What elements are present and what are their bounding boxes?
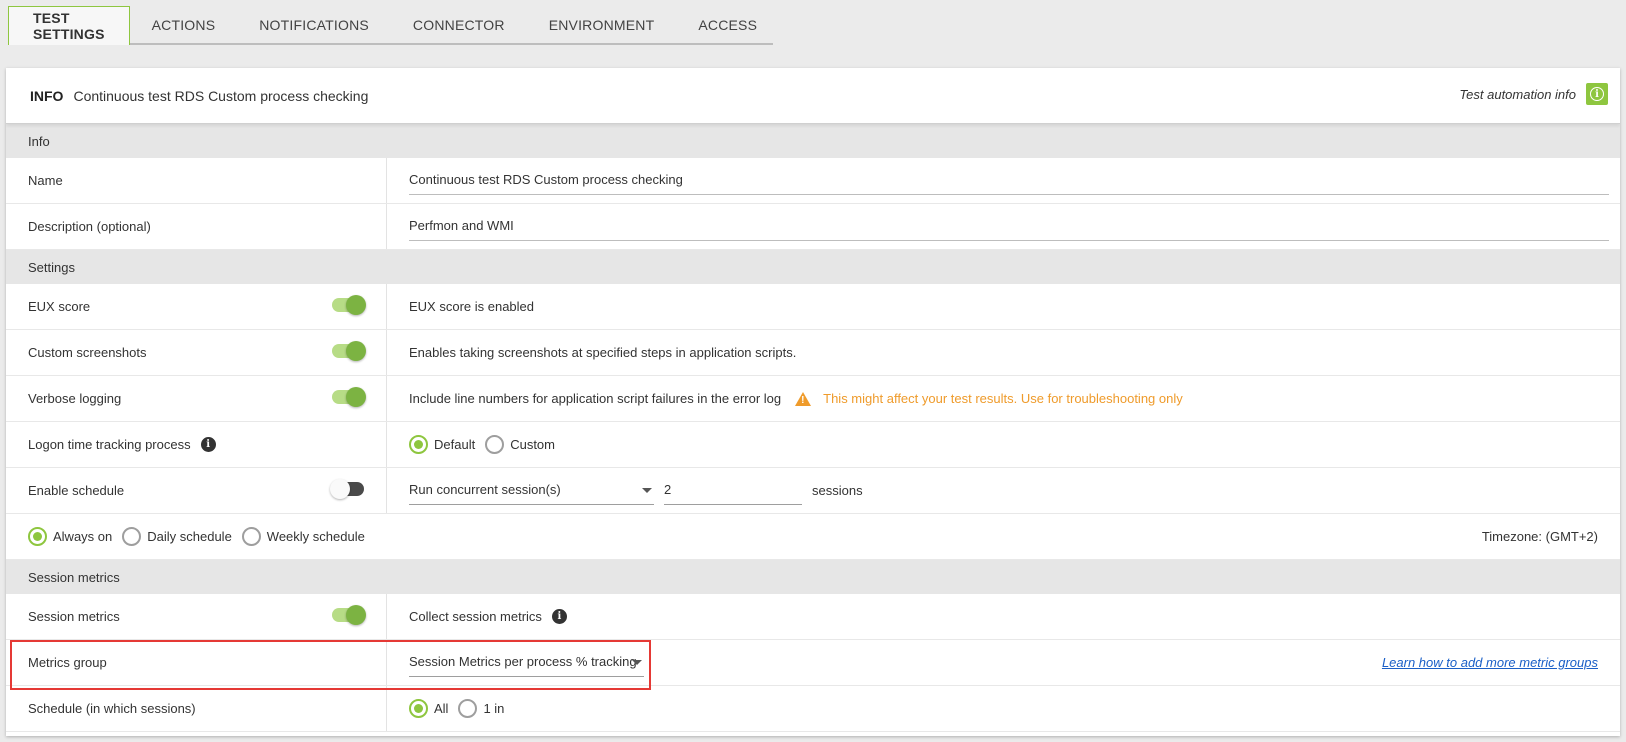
row-metrics-group: Metrics group Session Metrics per proces… (6, 640, 1620, 686)
logon-default-radio[interactable]: Default (409, 435, 475, 454)
info-button[interactable]: i (1586, 83, 1608, 105)
tab-notifications[interactable]: NOTIFICATIONS (237, 6, 391, 43)
logon-custom-radio[interactable]: Custom (485, 435, 555, 454)
sessions-one-in-radio[interactable]: 1 in (458, 699, 504, 718)
chevron-down-icon (632, 660, 642, 665)
eux-score-description: EUX score is enabled (409, 299, 535, 314)
custom-screenshots-description: Enables taking screenshots at specified … (409, 345, 797, 360)
tab-environment[interactable]: ENVIRONMENT (527, 6, 677, 43)
test-automation-info-text: Test automation info (1459, 86, 1576, 102)
row-custom-screenshots: Custom screenshots Enables taking screen… (6, 330, 1620, 376)
row-logon-tracking: Logon time tracking process i Default Cu… (6, 422, 1620, 468)
card-subtitle: Continuous test RDS Custom process check… (73, 87, 369, 104)
schedule-sessions-label: Schedule (in which sessions) (6, 686, 387, 731)
settings-card: INFO Continuous test RDS Custom process … (6, 68, 1620, 736)
row-schedule-sessions: Schedule (in which sessions) All 1 in (6, 686, 1620, 732)
custom-screenshots-toggle[interactable] (332, 341, 366, 361)
row-description: Description (optional) Perfmon and WMI (6, 204, 1620, 250)
verbose-warning-text: This might affect your test results. Use… (823, 391, 1183, 406)
session-metrics-label: Session metrics (28, 609, 120, 624)
custom-screenshots-label: Custom screenshots (28, 345, 147, 360)
name-input[interactable]: Continuous test RDS Custom process check… (409, 166, 1609, 195)
description-label: Description (optional) (6, 204, 387, 249)
sessions-all-radio[interactable]: All (409, 699, 448, 718)
learn-metric-groups-link[interactable]: Learn how to add more metric groups (1382, 655, 1598, 670)
eux-score-toggle[interactable] (332, 295, 366, 315)
always-on-radio[interactable]: Always on (28, 527, 112, 546)
verbose-logging-toggle[interactable] (332, 387, 366, 407)
metrics-group-select[interactable]: Session Metrics per process % tracking (409, 648, 644, 677)
description-input[interactable]: Perfmon and WMI (409, 212, 1609, 241)
section-session-metrics: Session metrics (6, 560, 1620, 594)
chevron-down-icon (642, 488, 652, 493)
session-metrics-info-icon[interactable]: i (551, 609, 567, 624)
session-metrics-toggle[interactable] (332, 605, 366, 625)
tab-test-settings[interactable]: TEST SETTINGS (8, 6, 130, 45)
warning-icon: ! (795, 391, 812, 406)
session-metrics-description: Collect session metrics (409, 609, 542, 624)
section-settings: Settings (6, 250, 1620, 284)
settings-tabs: TEST SETTINGS ACTIONS NOTIFICATIONS CONN… (8, 6, 773, 45)
enable-schedule-label: Enable schedule (28, 483, 125, 498)
weekly-schedule-radio[interactable]: Weekly schedule (241, 527, 365, 546)
timezone-label: Timezone: (GMT+2) (1481, 529, 1598, 544)
header-help: Test automation info i (1459, 83, 1608, 105)
logon-tracking-label: Logon time tracking process (28, 437, 191, 452)
row-enable-schedule: Enable schedule Run concurrent session(s… (6, 468, 1620, 514)
row-eux-score: EUX score EUX score is enabled (6, 284, 1620, 330)
row-session-metrics: Session metrics Collect session metrics … (6, 594, 1620, 640)
verbose-logging-label: Verbose logging (28, 391, 122, 406)
tab-actions[interactable]: ACTIONS (130, 6, 238, 43)
enable-schedule-toggle[interactable] (330, 479, 364, 499)
schedule-count-input[interactable]: 2 (664, 476, 802, 505)
section-info: Info (6, 124, 1620, 158)
metrics-group-label: Metrics group (6, 640, 387, 685)
verbose-logging-description: Include line numbers for application scr… (409, 391, 782, 406)
card-title: INFO (30, 87, 64, 104)
row-name: Name Continuous test RDS Custom process … (6, 158, 1620, 204)
tab-access[interactable]: ACCESS (676, 6, 779, 43)
card-header: INFO Continuous test RDS Custom process … (6, 68, 1620, 124)
row-verbose-logging: Verbose logging Include line numbers for… (6, 376, 1620, 422)
name-label: Name (6, 158, 387, 203)
eux-score-label: EUX score (28, 299, 91, 314)
sessions-unit-label: sessions (812, 483, 863, 498)
info-icon: i (1590, 87, 1604, 101)
tab-connector[interactable]: CONNECTOR (391, 6, 527, 43)
row-schedule-type: Always on Daily schedule Weekly schedule… (6, 514, 1620, 560)
schedule-mode-select[interactable]: Run concurrent session(s) (409, 476, 654, 505)
logon-info-icon[interactable]: i (200, 437, 216, 452)
daily-schedule-radio[interactable]: Daily schedule (122, 527, 232, 546)
